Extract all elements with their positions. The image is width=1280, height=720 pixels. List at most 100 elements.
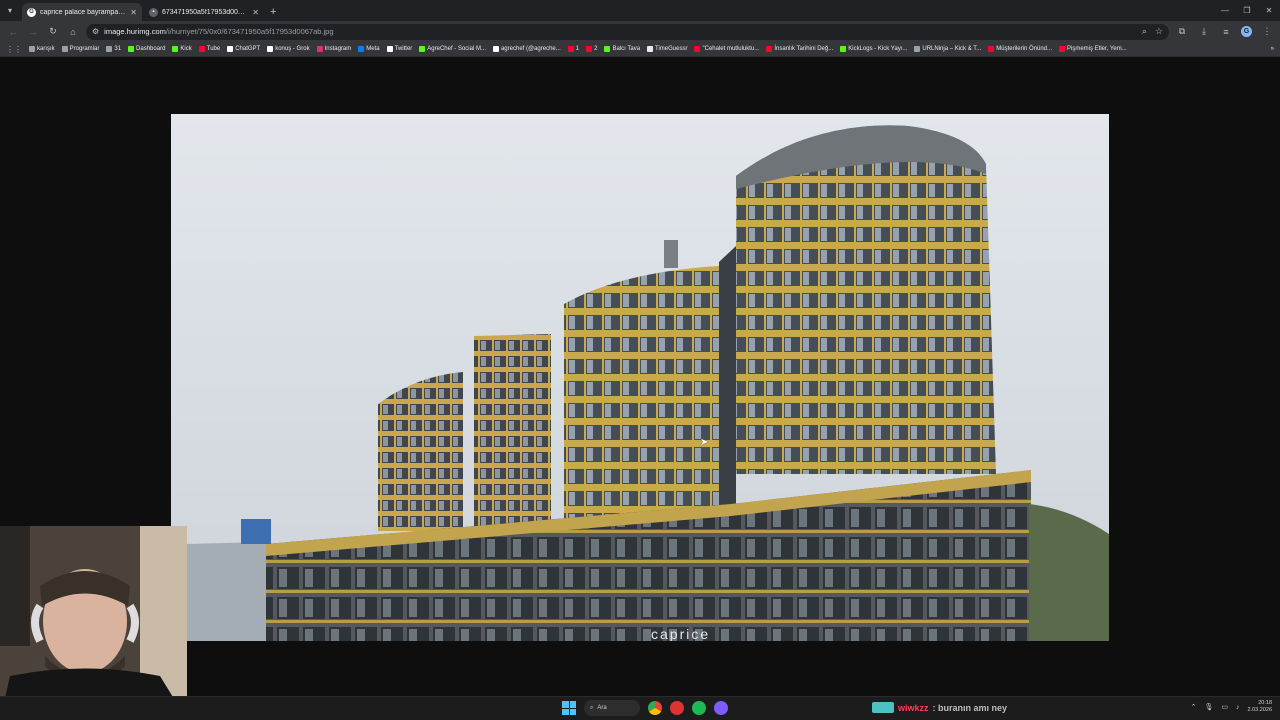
bookmarks-bar: ⋮⋮ karışık Programlar 31 Dashboard Kick Tube C… [0,42,1280,57]
bookmark-item[interactable]: Dashboard [128,46,165,52]
bookmark-favicon-icon [106,46,113,52]
bookmark-item[interactable]: Pişmemiş Etler, Yem... [1059,46,1127,52]
minimize-icon[interactable]: — [1214,6,1236,15]
bookmark-favicon-icon [694,46,701,52]
bookmark-item[interactable]: Müşterilerin Önünd... [988,46,1052,52]
spotify-icon[interactable] [692,701,706,715]
zoom-icon[interactable]: ⌕ [1142,26,1147,37]
apps-icon[interactable]: ⋮⋮ [6,45,22,54]
close-tab-icon[interactable]: ✕ [252,8,259,17]
bookmark-favicon-icon [358,46,365,52]
tab-image[interactable]: ▪ 673471950a5f17953d0067ab.jpg ✕ [144,3,264,21]
tab-title: 673471950a5f17953d0067ab.jpg [162,8,248,16]
bookmark-label: Balcı Tava [612,46,641,52]
bookmark-item[interactable]: İnsanlık Tarihini Değ... [766,46,833,52]
download-icon[interactable]: ⤓ [1197,25,1211,39]
close-tab-icon[interactable]: ✕ [130,8,137,17]
google-icon: G [27,7,36,17]
home-icon[interactable]: ⌂ [66,25,80,39]
bookmark-label: agrechef (@agreche... [500,46,561,52]
browser-toolbar: ← → ↻ ⌂ ⚙ image.hurimg.com /i/hurriyet/7… [0,21,1280,42]
bookmark-label: KickLogs - Kick Yayı... [848,46,908,52]
tray-chevron-icon[interactable]: ⌃ [1191,703,1197,711]
bookmark-item[interactable]: konuş - Grok [267,46,310,52]
maximize-icon[interactable]: ❐ [1236,6,1258,15]
bookmark-favicon-icon [29,46,35,52]
streamer-cam [0,526,187,720]
address-bar[interactable]: ⚙ image.hurimg.com /i/hurriyet/75/0x0/67… [86,23,1169,40]
volume-icon[interactable]: ♪ [1236,704,1240,711]
discord-icon[interactable] [714,701,728,715]
bookmark-item[interactable]: Instagram [316,46,351,52]
bookmark-item[interactable]: agrechef (@agreche... [492,46,561,52]
clock[interactable]: 20:18 2.03.2026 [1248,700,1272,714]
new-tab-button[interactable]: + [264,6,282,21]
bookmark-label: "Cehalet mutluluktu... [702,46,760,52]
bookmark-favicon-icon [172,46,179,52]
bookmark-item[interactable]: Twitter [386,46,413,52]
bookmark-favicon-icon [647,46,654,52]
close-window-icon[interactable]: ✕ [1258,6,1280,15]
chat-message: : buranın amı ney [932,702,1008,713]
app-icon[interactable] [670,701,684,715]
tab-search-icon[interactable]: ▾ [0,0,20,21]
site-info-icon[interactable]: ⚙ [92,27,99,36]
bookmark-item[interactable]: Balcı Tava [604,46,640,52]
windows-taskbar: ⌕ Ara wiwkzz : buranın amı ney ⌃ 🎙 ▭ ♪ 2… [0,696,1280,720]
bookmark-favicon-icon [840,46,847,52]
bookmark-favicon-icon [386,46,393,52]
bookmark-item[interactable]: 2 [586,46,597,52]
forward-icon[interactable]: → [26,25,40,39]
bookmark-star-icon[interactable]: ☆ [1155,26,1163,37]
bookmark-label: Pişmemiş Etler, Yem... [1067,46,1127,52]
tab-caprice-search[interactable]: G caprice palace bayrampaşa - G ✕ [22,3,142,21]
bookmark-label: İnsanlık Tarihini Değ... [774,46,834,52]
bookmark-label: Programlar [69,46,100,52]
bookmark-favicon-icon [604,46,611,52]
bookmark-item[interactable]: Meta [358,46,380,52]
windows-start-icon[interactable] [562,701,576,715]
building-illustration: caprice [171,114,1109,641]
network-icon[interactable]: ▭ [1221,703,1228,711]
bookmark-item[interactable]: Kick [172,46,192,52]
bookmark-item[interactable]: Programlar [61,46,100,52]
bookmarks-overflow-icon[interactable]: » [1271,46,1274,52]
bookmark-label: karışık [37,46,55,52]
url-host: image.hurimg.com [104,27,166,36]
bookmark-item[interactable]: URLNinja – Kick & T... [914,46,981,52]
bookmark-favicon-icon [914,46,921,52]
back-icon[interactable]: ← [6,25,20,39]
profile-avatar[interactable]: G [1241,26,1252,37]
bookmark-item[interactable]: TimeGuessr [647,46,687,52]
bookmark-favicon-icon [766,46,773,52]
mouse-cursor: ➤ [700,437,709,448]
search-icon: ⌕ [590,704,594,711]
reload-icon[interactable]: ↻ [46,25,60,39]
bookmark-label: Twitter [394,46,413,52]
extensions-icon[interactable]: ⧉ [1175,25,1189,39]
bookmark-favicon-icon [227,46,234,52]
bookmark-item[interactable]: "Cehalet mutluluktu... [694,46,759,52]
bookmark-item[interactable]: 31 [106,46,121,52]
bookmark-favicon-icon [128,46,135,52]
bookmark-item[interactable]: Tube [198,46,220,52]
mic-icon[interactable]: 🎙 [1205,703,1214,711]
bookmark-item[interactable]: AgreChef - Social M... [419,46,486,52]
bookmark-item[interactable]: karışık [29,46,55,52]
media-icon[interactable]: ≡ [1219,25,1233,39]
bookmark-label: URLNinja – Kick & T... [922,46,982,52]
url-path: /i/hurriyet/75/0x0/673471950a5f17953d006… [165,27,334,36]
clock-date: 2.03.2026 [1247,707,1272,713]
bookmark-item[interactable]: KickLogs - Kick Yayı... [840,46,907,52]
bookmark-favicon-icon [988,46,995,52]
menu-icon[interactable]: ⋮ [1260,25,1274,39]
bookmark-label: AgreChef - Social M... [427,46,486,52]
bookmark-item[interactable]: ChatGPT [227,46,260,52]
taskbar-search[interactable]: ⌕ Ara [584,700,640,716]
tab-strip: ▾ G caprice palace bayrampaşa - G ✕ ▪ 67… [0,0,1280,21]
bookmark-label: TimeGuessr [655,46,688,52]
chrome-icon[interactable] [648,701,662,715]
bookmark-label: Kick [180,46,192,52]
bookmark-item[interactable]: 1 [567,46,579,52]
bookmark-favicon-icon [316,46,323,52]
